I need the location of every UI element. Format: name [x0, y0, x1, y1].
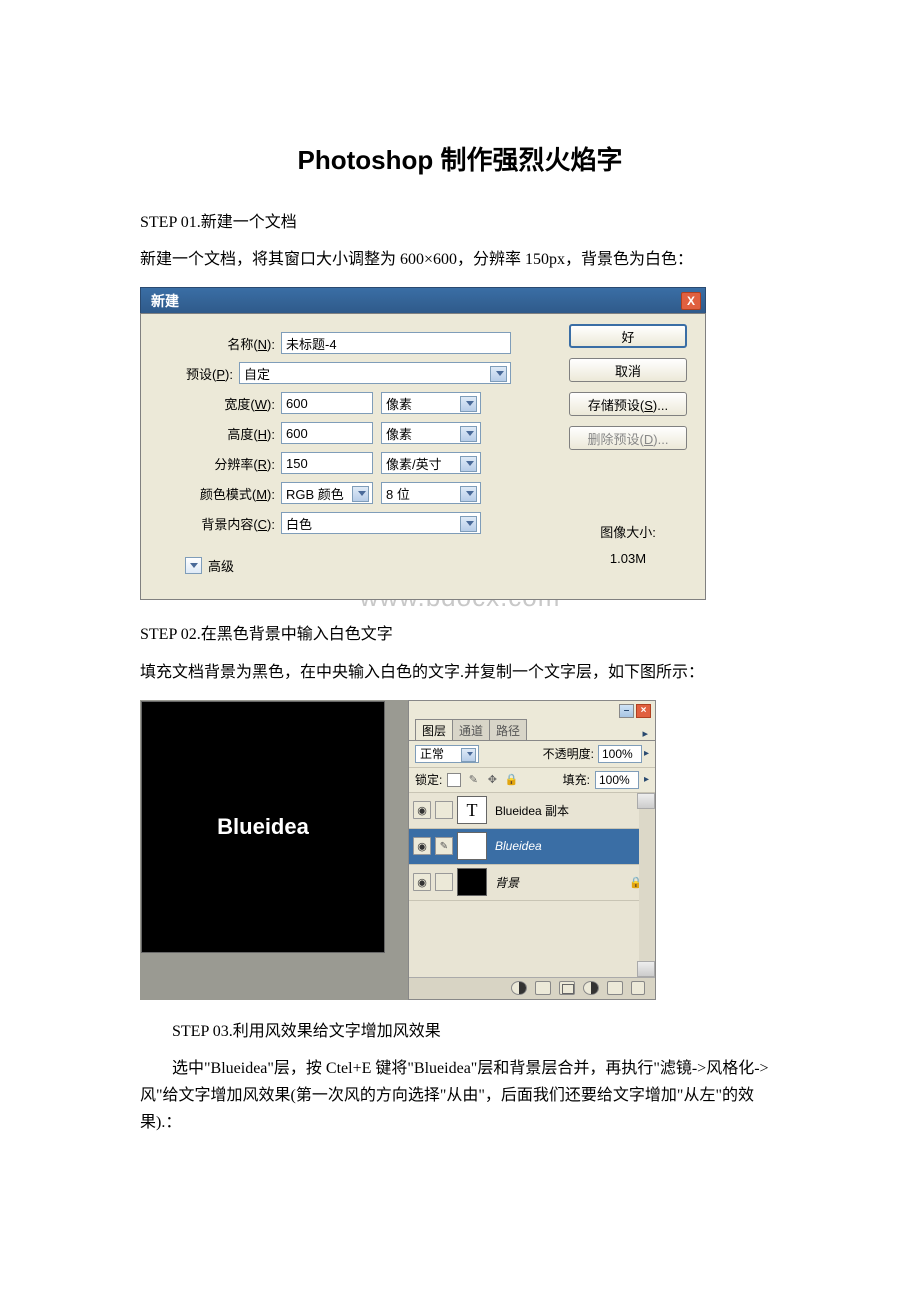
page-title: Photoshop 制作强烈火焰字: [140, 140, 780, 177]
fill-input[interactable]: 100%: [595, 771, 639, 789]
visibility-icon[interactable]: ◉: [413, 801, 431, 819]
tab-layers[interactable]: 图层: [415, 719, 453, 740]
save-preset-button[interactable]: 存储预设(S)...: [569, 392, 687, 416]
link-slot[interactable]: ✎: [435, 837, 453, 855]
layer-style-icon[interactable]: [511, 981, 527, 995]
fill-flyout-icon[interactable]: ▸: [644, 774, 649, 785]
trash-icon[interactable]: [631, 981, 645, 995]
layer-mask-icon[interactable]: [535, 981, 551, 995]
color-mode-label: 颜色模式(M):: [153, 484, 281, 503]
lock-position-icon[interactable]: ✥: [485, 773, 499, 787]
text-layer-thumb: T: [457, 796, 487, 824]
image-size-value: 1.03M: [569, 546, 687, 572]
height-input[interactable]: 600: [281, 422, 373, 444]
panel-menu-icon[interactable]: ▸: [639, 727, 651, 740]
lock-pixels-icon[interactable]: ✎: [466, 773, 480, 787]
figure-step2: Blueidea – × 图层 通道 路径 ▸ 正常 不透明度: 100% ▸ …: [140, 700, 656, 1000]
step1-text: 新建一个文档，将其窗口大小调整为 600×600，分辨率 150px，背景色为白…: [140, 246, 780, 273]
resolution-unit-select[interactable]: 像素/英寸: [381, 452, 481, 474]
image-size-label: 图像大小:: [569, 520, 687, 546]
layer-row[interactable]: ◉ ✎ T Blueidea: [409, 829, 655, 865]
link-slot[interactable]: [435, 873, 453, 891]
step1-heading: STEP 01.新建一个文档: [140, 209, 780, 236]
dialog-title: 新建: [151, 291, 179, 311]
scrollbar[interactable]: [639, 793, 655, 977]
name-label: 名称(N):: [153, 334, 281, 353]
step2-text: 填充文档背景为黑色，在中央输入白色的文字.并复制一个文字层，如下图所示：: [140, 659, 780, 686]
lock-transparency-icon[interactable]: [447, 773, 461, 787]
new-group-icon[interactable]: [559, 981, 575, 995]
dialog-titlebar: 新建 X: [140, 287, 706, 313]
preset-label: 预设(P):: [153, 364, 239, 383]
lock-label: 锁定:: [415, 771, 442, 788]
fill-label: 填充:: [563, 771, 590, 788]
new-document-dialog: 新建 X 名称(N): 未标题-4 预设(P): 自定 宽度(W): 600 像…: [140, 287, 706, 600]
text-layer-thumb: T: [457, 832, 487, 860]
new-layer-icon[interactable]: [607, 981, 623, 995]
lock-all-icon[interactable]: 🔒: [504, 773, 518, 787]
tab-paths[interactable]: 路径: [489, 719, 527, 740]
close-icon[interactable]: ×: [636, 704, 651, 718]
bg-layer-thumb: [457, 868, 487, 896]
chevron-down-icon: [185, 557, 202, 574]
name-input[interactable]: 未标题-4: [281, 332, 511, 354]
resolution-label: 分辨率(R):: [153, 454, 281, 473]
bg-content-label: 背景内容(C):: [153, 514, 281, 533]
step3-text: 选中"Blueidea"层，按 Ctel+E 键将"Blueidea"层和背景层…: [140, 1055, 780, 1137]
minimize-icon[interactable]: –: [619, 704, 634, 718]
cancel-button[interactable]: 取消: [569, 358, 687, 382]
preset-select[interactable]: 自定: [239, 362, 511, 384]
opacity-input[interactable]: 100%: [598, 745, 642, 763]
layer-name: Blueidea: [495, 839, 542, 853]
width-unit-select[interactable]: 像素: [381, 392, 481, 414]
close-icon[interactable]: X: [681, 292, 701, 310]
resolution-input[interactable]: 150: [281, 452, 373, 474]
link-slot[interactable]: [435, 801, 453, 819]
layer-name: Blueidea 副本: [495, 802, 569, 819]
color-mode-select[interactable]: RGB 颜色: [281, 482, 373, 504]
layers-panel: – × 图层 通道 路径 ▸ 正常 不透明度: 100% ▸ 锁定: ✎ ✥ 🔒: [408, 700, 656, 1000]
visibility-icon[interactable]: ◉: [413, 837, 431, 855]
bit-depth-select[interactable]: 8 位: [381, 482, 481, 504]
blend-mode-select[interactable]: 正常: [415, 745, 479, 763]
canvas-preview: Blueidea: [141, 701, 385, 953]
ok-button[interactable]: 好: [569, 324, 687, 348]
opacity-flyout-icon[interactable]: ▸: [644, 748, 649, 759]
layer-row[interactable]: ◉ T Blueidea 副本: [409, 793, 655, 829]
visibility-icon[interactable]: ◉: [413, 873, 431, 891]
adjustment-layer-icon[interactable]: [583, 981, 599, 995]
step3-heading: STEP 03.利用风效果给文字增加风效果: [140, 1018, 780, 1045]
layer-name: 背景: [495, 874, 519, 891]
height-unit-select[interactable]: 像素: [381, 422, 481, 444]
advanced-label: 高级: [208, 556, 234, 575]
layer-row[interactable]: ◉ 背景 🔒: [409, 865, 655, 901]
bg-content-select[interactable]: 白色: [281, 512, 481, 534]
height-label: 高度(H):: [153, 424, 281, 443]
tab-channels[interactable]: 通道: [452, 719, 490, 740]
width-label: 宽度(W):: [153, 394, 281, 413]
opacity-label: 不透明度:: [543, 745, 594, 762]
width-input[interactable]: 600: [281, 392, 373, 414]
delete-preset-button: 删除预设(D)...: [569, 426, 687, 450]
step2-heading: STEP 02.在黑色背景中输入白色文字: [140, 621, 780, 648]
